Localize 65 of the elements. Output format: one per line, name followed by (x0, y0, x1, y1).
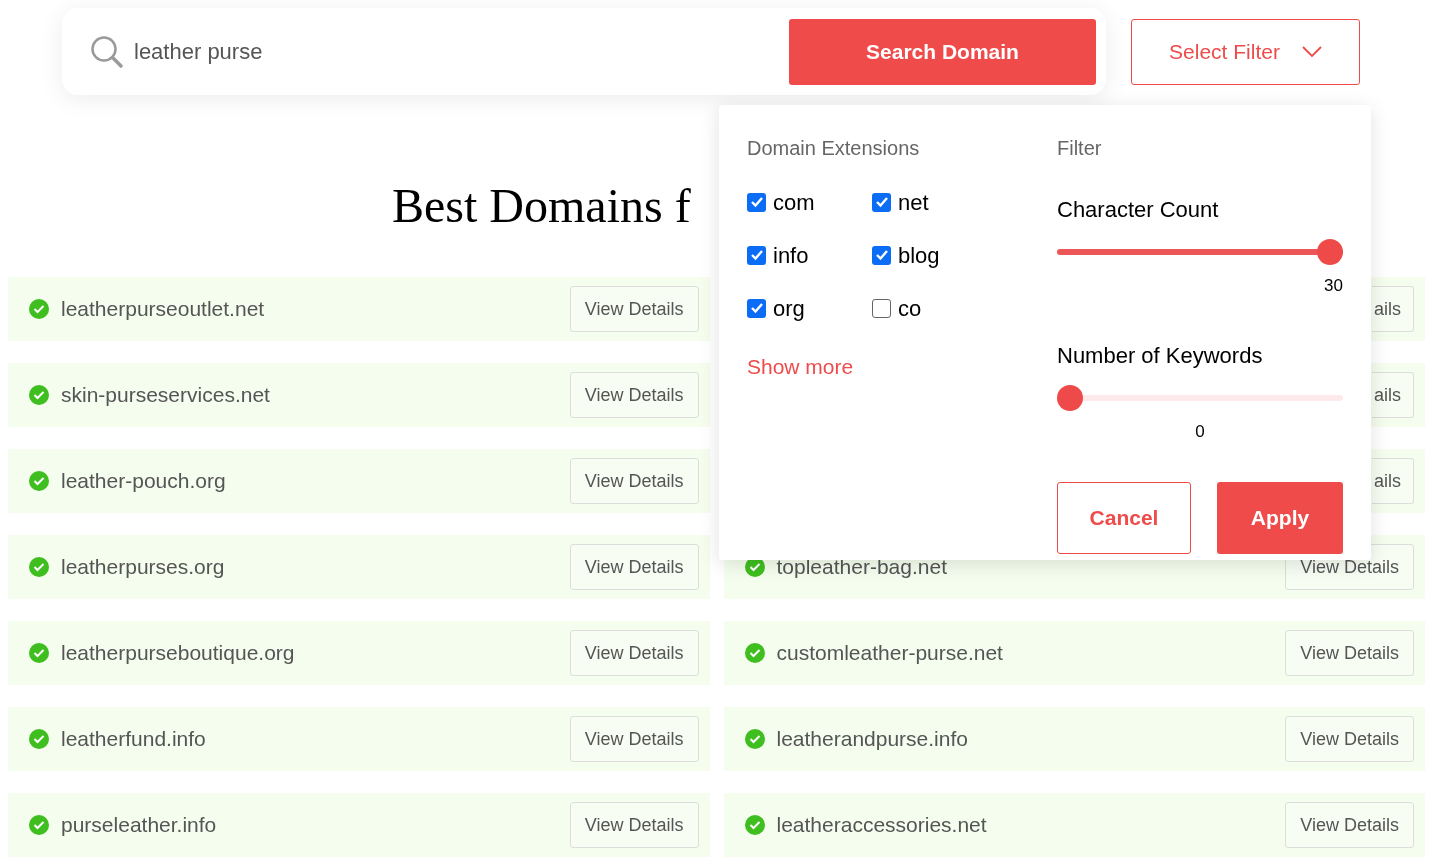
search-field[interactable]: leather purse (134, 35, 789, 68)
check-circle-icon (28, 384, 50, 406)
domain-name: leatheraccessories.net (776, 812, 987, 839)
checkbox[interactable] (872, 298, 891, 318)
check-circle-icon (28, 556, 50, 578)
view-details-button[interactable]: View Details (569, 458, 699, 504)
view-details-button[interactable]: View Details (1285, 630, 1414, 676)
search-domain-button[interactable]: Search Domain (789, 18, 1096, 85)
slider-value: 30 (1324, 275, 1343, 297)
checkbox[interactable] (872, 192, 891, 212)
slider-label: Character Count (1057, 196, 1219, 224)
check-circle-icon (28, 642, 50, 664)
view-details-button[interactable]: View Details (569, 630, 699, 676)
view-details-button[interactable]: ails (1372, 458, 1414, 504)
checkbox[interactable] (747, 298, 766, 318)
slider[interactable] (1057, 239, 1343, 265)
check-circle-icon (28, 728, 50, 750)
cancel-button[interactable]: Cancel (1057, 482, 1191, 554)
domain-name: leatherpurseboutique.org (61, 640, 295, 667)
section-title: Filter (1057, 136, 1102, 161)
apply-button[interactable]: Apply (1217, 482, 1343, 554)
view-details-button[interactable]: View Details (569, 802, 699, 848)
extension-label: info (773, 241, 809, 270)
slider-thumb[interactable] (1317, 239, 1343, 265)
view-details-button[interactable]: View Details (1285, 802, 1414, 848)
domain-name: leatherpurses.org (61, 554, 225, 581)
domain-name: leatherpurseoutlet.net (61, 296, 265, 323)
check-circle-icon (743, 728, 766, 750)
domain-name: skin-purseservices.net (61, 382, 270, 409)
checkbox[interactable] (747, 192, 766, 212)
view-details-button[interactable]: View Details (569, 286, 699, 332)
section-title: Domain Extensions (747, 136, 920, 161)
check-circle-icon (28, 814, 50, 836)
view-details-button[interactable]: View Details (1285, 716, 1414, 762)
check-circle-icon (28, 298, 50, 320)
checkbox[interactable] (872, 245, 891, 265)
view-details-button[interactable]: View Details (569, 544, 699, 590)
domain-name: leatherandpurse.info (776, 726, 968, 753)
extension-label: net (898, 188, 929, 217)
extension-label: co (898, 294, 922, 323)
slider-thumb[interactable] (1057, 384, 1083, 411)
domain-name: leatherfund.info (61, 726, 206, 753)
domain-name: customleather-purse.net (776, 640, 1003, 667)
chevron-icon (1301, 45, 1322, 58)
check-circle-icon (28, 470, 50, 492)
slider-value: 0 (1195, 420, 1205, 443)
domain-name: purseleather.info (61, 812, 217, 839)
check-circle-icon (743, 642, 766, 664)
slider-label: Number of Keywords (1057, 341, 1263, 370)
view-details-button[interactable]: View Details (569, 716, 699, 762)
show-more-link[interactable]: Show more (747, 355, 854, 378)
check-circle-icon (743, 814, 766, 836)
search-icon (90, 34, 124, 69)
page-heading: Best Domains f (392, 178, 691, 234)
view-details-button[interactable]: ails (1372, 372, 1414, 418)
view-details-button[interactable]: View Details (569, 372, 699, 418)
domain-name: leather-pouch.org (61, 468, 226, 495)
extension-label: org (773, 294, 805, 323)
select-filter-button[interactable]: Select Filter (1131, 18, 1360, 85)
checkbox[interactable] (747, 245, 766, 265)
extension-label: blog (898, 241, 940, 270)
slider[interactable] (1057, 384, 1343, 411)
view-details-button[interactable]: ails (1372, 286, 1414, 332)
domain-name: topleather-bag.net (776, 554, 947, 581)
extension-label: com (773, 188, 815, 217)
